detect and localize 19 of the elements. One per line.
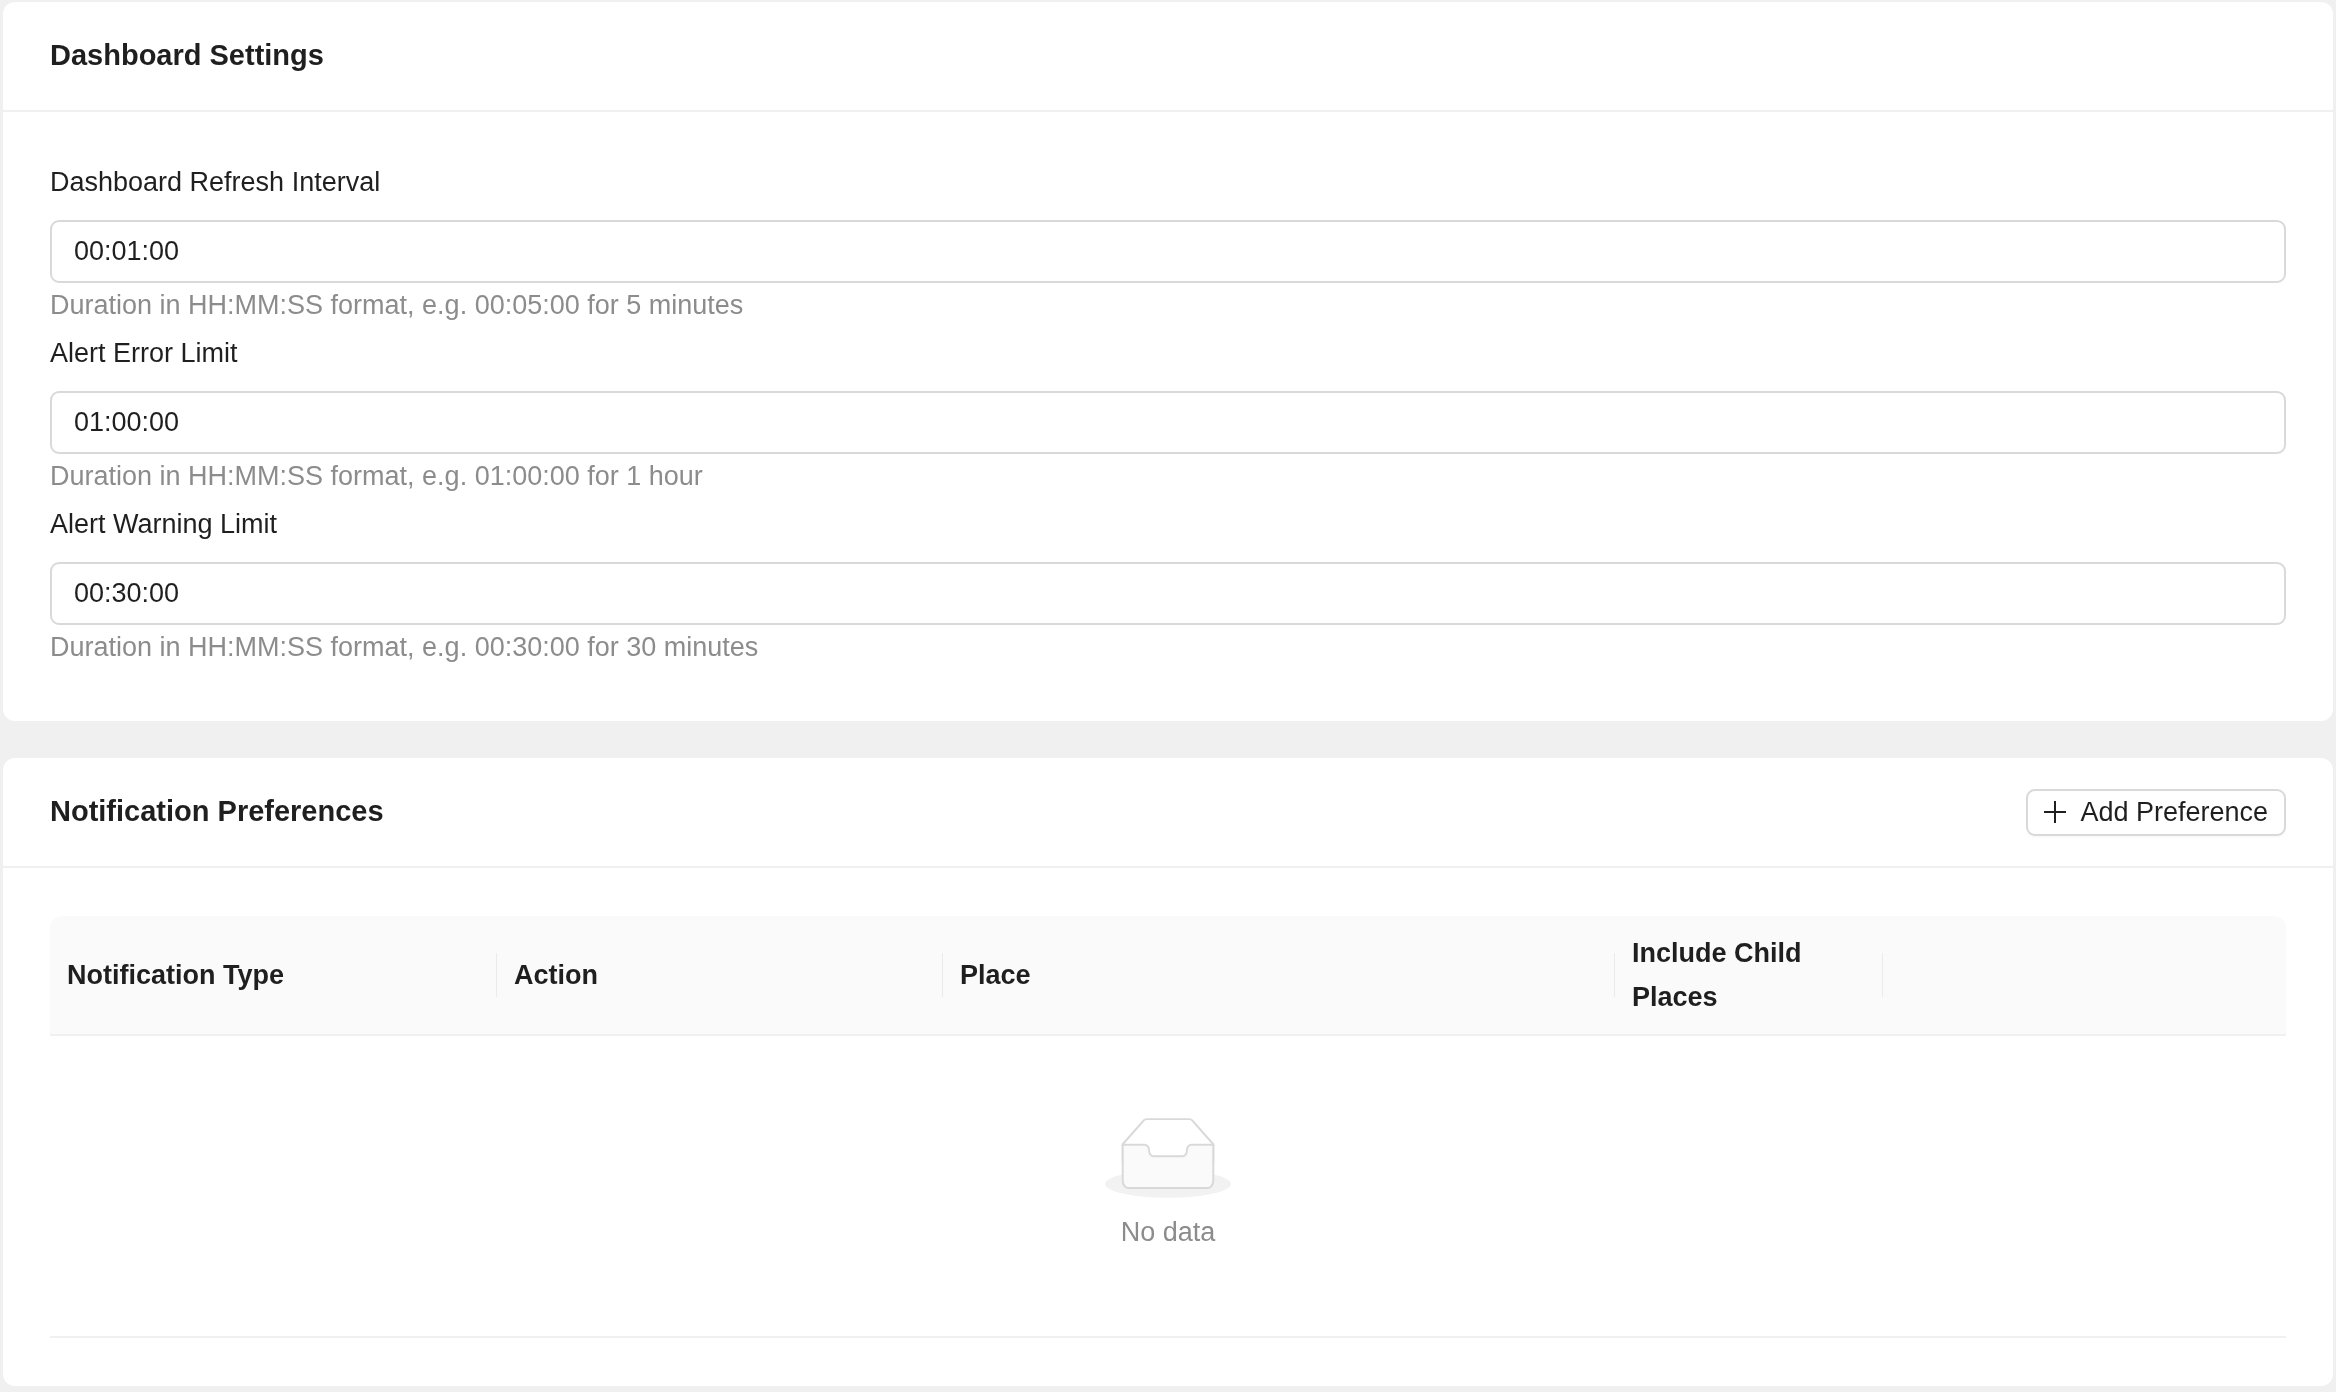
help-text: Duration in HH:MM:SS format, e.g. 00:05:00 for 5 minutes [50,289,744,322]
card-title: Notification Preferences [50,794,384,830]
empty-text: No data [1120,1216,1216,1249]
column-header: Notification Type [67,959,284,992]
input-field[interactable]: 00:01:00 [50,220,2286,283]
empty-inbox-icon [1105,1117,1231,1198]
column-header: Action [514,959,598,992]
column-header: Place [960,959,1031,992]
help-text: Duration in HH:MM:SS format, e.g. 01:00:00 for 1 hour [50,460,703,493]
add-preference-button[interactable]: Add Preference [2026,788,2286,836]
help-text: Duration in HH:MM:SS format, e.g. 00:30:00 for 30 minutes [50,631,759,664]
column-header: Include Child Places [1632,937,1803,1014]
field-label: Dashboard Refresh Interval [50,166,381,199]
field-label: Alert Warning Limit [50,508,278,541]
input-field[interactable]: 01:00:00 [50,391,2286,454]
plus-icon [2044,801,2067,823]
input-field[interactable]: 00:30:00 [50,562,2286,625]
card-title: Dashboard Settings [50,38,324,74]
field-label: Alert Error Limit [50,337,238,370]
